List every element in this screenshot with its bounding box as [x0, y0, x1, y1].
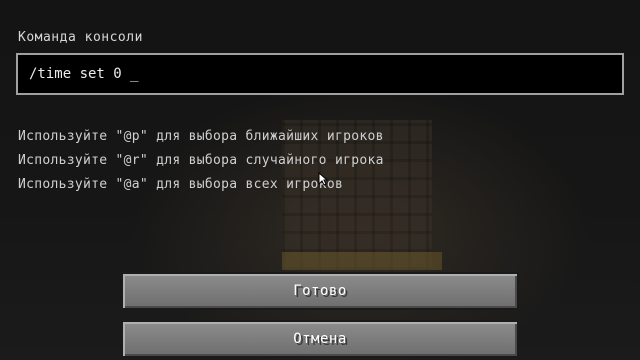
- hint-all-players: Используйте "@a" для выбора всех игроков: [18, 177, 344, 192]
- command-text: /time set 0: [29, 66, 122, 82]
- cancel-button[interactable]: Отмена: [121, 320, 519, 358]
- command-input[interactable]: /time set 0 _: [16, 53, 624, 95]
- selector-hints: Используйте "@p" для выбора ближайших иг…: [18, 128, 384, 200]
- game-screen: Команда консоли /time set 0 _ Используйт…: [0, 0, 640, 360]
- hint-random-player: Используйте "@r" для выбора случайного и…: [18, 153, 384, 168]
- arrow-cursor-icon: [318, 172, 328, 186]
- text-caret: _: [130, 66, 139, 82]
- done-button[interactable]: Готово: [121, 272, 519, 310]
- command-console-overlay: Команда консоли /time set 0 _ Используйт…: [0, 0, 640, 360]
- hint-nearest-player: Используйте "@p" для выбора ближайших иг…: [18, 129, 384, 144]
- console-title: Команда консоли: [18, 30, 143, 45]
- command-input-value[interactable]: /time set 0 _: [29, 66, 139, 82]
